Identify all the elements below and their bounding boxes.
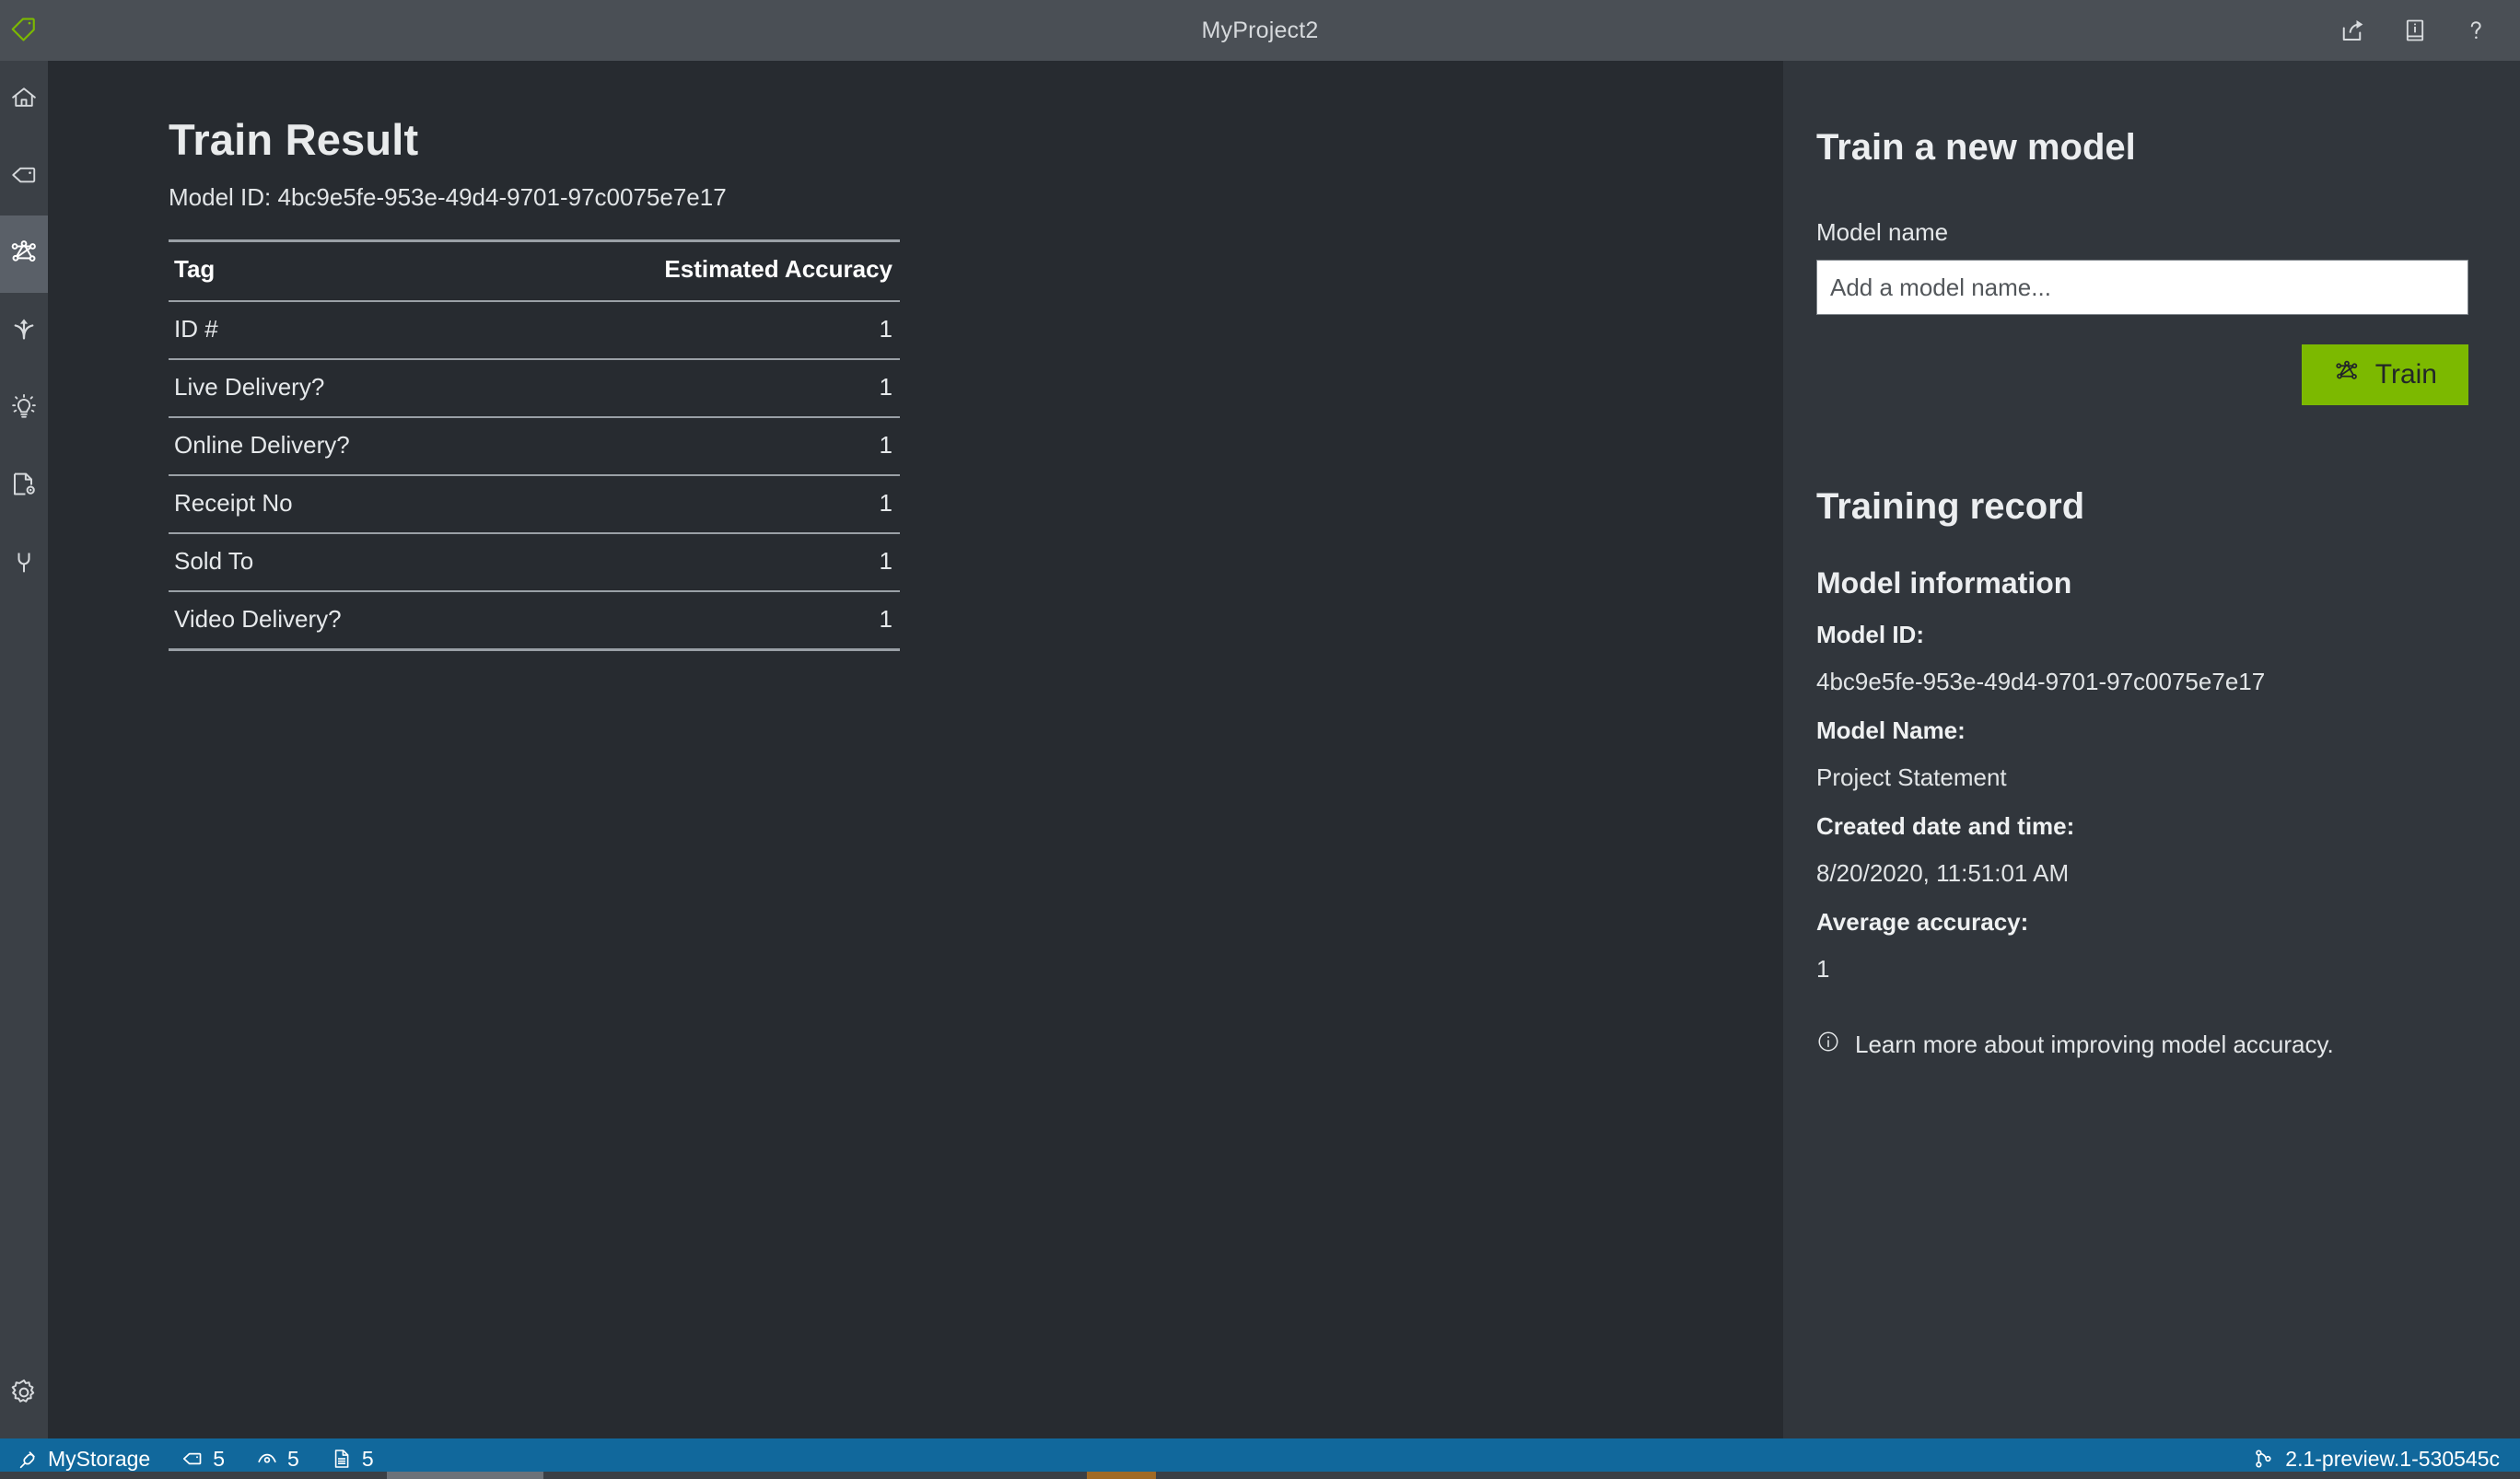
learn-more-label: Learn more about improving model accurac… [1855, 1031, 2334, 1058]
sidebar-item-app-settings[interactable] [0, 1350, 48, 1438]
column-header-accuracy: Estimated Accuracy [482, 239, 900, 302]
cell-tag: Sold To [169, 533, 483, 592]
field-key-average-accuracy: Average accuracy: [1816, 908, 2029, 936]
scrollbar-thumb-secondary[interactable] [1087, 1472, 1156, 1479]
body: Train Result Model ID: 4bc9e5fe-953e-49d… [0, 61, 2520, 1438]
model-information-heading: Model information [1816, 566, 2072, 600]
model-id-line: Model ID: 4bc9e5fe-953e-49d4-9701-97c007… [169, 183, 727, 211]
cell-accuracy: 1 [482, 301, 900, 360]
status-eye-count[interactable]: 5 [256, 1447, 299, 1472]
status-tag-count-value: 5 [213, 1446, 226, 1471]
table-row: Receipt No 1 [169, 475, 900, 534]
window-title: MyProject2 [1201, 17, 1319, 43]
model-name-label: Model name [1816, 218, 1949, 246]
status-eye-count-value: 5 [287, 1446, 299, 1471]
sidebar-item-analyze[interactable] [0, 370, 48, 448]
model-compose-icon [9, 315, 39, 349]
cell-accuracy: 1 [482, 359, 900, 418]
sidebar [0, 61, 48, 1438]
sidebar-item-tags[interactable] [0, 138, 48, 215]
cell-accuracy: 1 [482, 533, 900, 592]
cell-tag: Online Delivery? [169, 417, 483, 476]
title-bar: MyProject2 [0, 0, 2520, 61]
status-tag-count[interactable]: 5 [181, 1447, 225, 1472]
table-row: Video Delivery? 1 [169, 591, 900, 651]
cell-tag: Live Delivery? [169, 359, 483, 418]
table-header-row: Tag Estimated Accuracy [169, 239, 900, 302]
gear-icon [8, 1377, 40, 1413]
status-document-count-value: 5 [361, 1446, 374, 1471]
sidebar-item-compose[interactable] [0, 293, 48, 370]
tag-icon [181, 1448, 204, 1470]
branch-icon [2252, 1448, 2274, 1470]
table-row: Online Delivery? 1 [169, 417, 900, 476]
cell-tag: Video Delivery? [169, 591, 483, 651]
train-result-table: Tag Estimated Accuracy ID # 1 Live Deliv… [169, 239, 900, 651]
model-name-input[interactable] [1816, 260, 2468, 315]
field-value-created-date: 8/20/2020, 11:51:01 AM [1816, 859, 2070, 887]
scrollbar-thumb-primary[interactable] [387, 1472, 543, 1479]
info-circle-icon [1816, 1030, 1840, 1060]
sidebar-item-home[interactable] [0, 61, 48, 138]
field-key-model-name: Model Name: [1816, 716, 1966, 744]
status-version[interactable]: 2.1-preview.1-530545c [2252, 1447, 2500, 1472]
field-value-average-accuracy: 1 [1816, 955, 1830, 983]
home-icon [10, 84, 38, 116]
cell-accuracy: 1 [482, 417, 900, 476]
app-window: MyProject2 Train Result Model ID: 4bc9e5… [0, 0, 2520, 1479]
field-key-model-id: Model ID: [1816, 621, 1924, 648]
table-row: ID # 1 [169, 301, 900, 360]
table-header: Tag Estimated Accuracy [169, 239, 900, 302]
training-record-heading: Training record [1816, 486, 2085, 527]
cell-accuracy: 1 [482, 591, 900, 651]
horizontal-scrollbar[interactable] [0, 1472, 2520, 1479]
lightbulb-icon [9, 392, 39, 426]
right-panel: Train a new model Model name Add a model… [1783, 61, 2520, 1438]
sidebar-item-project-settings[interactable] [0, 448, 48, 525]
train-button-row: Train [1816, 344, 2468, 405]
train-network-icon [2333, 357, 2361, 392]
table-row: Sold To 1 [169, 533, 900, 592]
field-key-created-date: Created date and time: [1816, 812, 2075, 840]
cell-tag: Receipt No [169, 475, 483, 534]
table-row: Live Delivery? 1 [169, 359, 900, 418]
train-network-icon [8, 237, 40, 273]
status-storage[interactable]: MyStorage [17, 1447, 150, 1472]
tag-icon [10, 161, 38, 193]
cell-accuracy: 1 [482, 475, 900, 534]
eye-icon [256, 1448, 278, 1470]
train-button-label: Train [2374, 359, 2437, 390]
field-value-model-id: 4bc9e5fe-953e-49d4-9701-97c0075e7e17 [1816, 668, 2266, 695]
document-settings-icon [9, 470, 39, 504]
sidebar-item-connections[interactable] [0, 525, 48, 602]
status-storage-label: MyStorage [48, 1446, 151, 1471]
table-body: ID # 1 Live Delivery? 1 Online Delivery?… [169, 301, 900, 651]
field-value-model-name: Project Statement [1816, 763, 2007, 791]
cell-tag: ID # [169, 301, 483, 360]
plug-icon [17, 1448, 39, 1470]
page-title: Train Result [169, 115, 419, 164]
sidebar-item-train[interactable] [0, 215, 48, 293]
train-new-model-heading: Train a new model [1816, 127, 2136, 168]
status-document-count[interactable]: 5 [331, 1447, 374, 1472]
learn-more-link[interactable]: Learn more about improving model accurac… [1816, 1030, 2468, 1060]
status-version-label: 2.1-preview.1-530545c [2285, 1446, 2500, 1471]
plug-icon [10, 548, 38, 580]
main-content: Train Result Model ID: 4bc9e5fe-953e-49d… [48, 61, 1783, 1438]
train-button[interactable]: Train [2301, 344, 2468, 405]
column-header-tag: Tag [169, 239, 483, 302]
document-icon [331, 1448, 353, 1470]
